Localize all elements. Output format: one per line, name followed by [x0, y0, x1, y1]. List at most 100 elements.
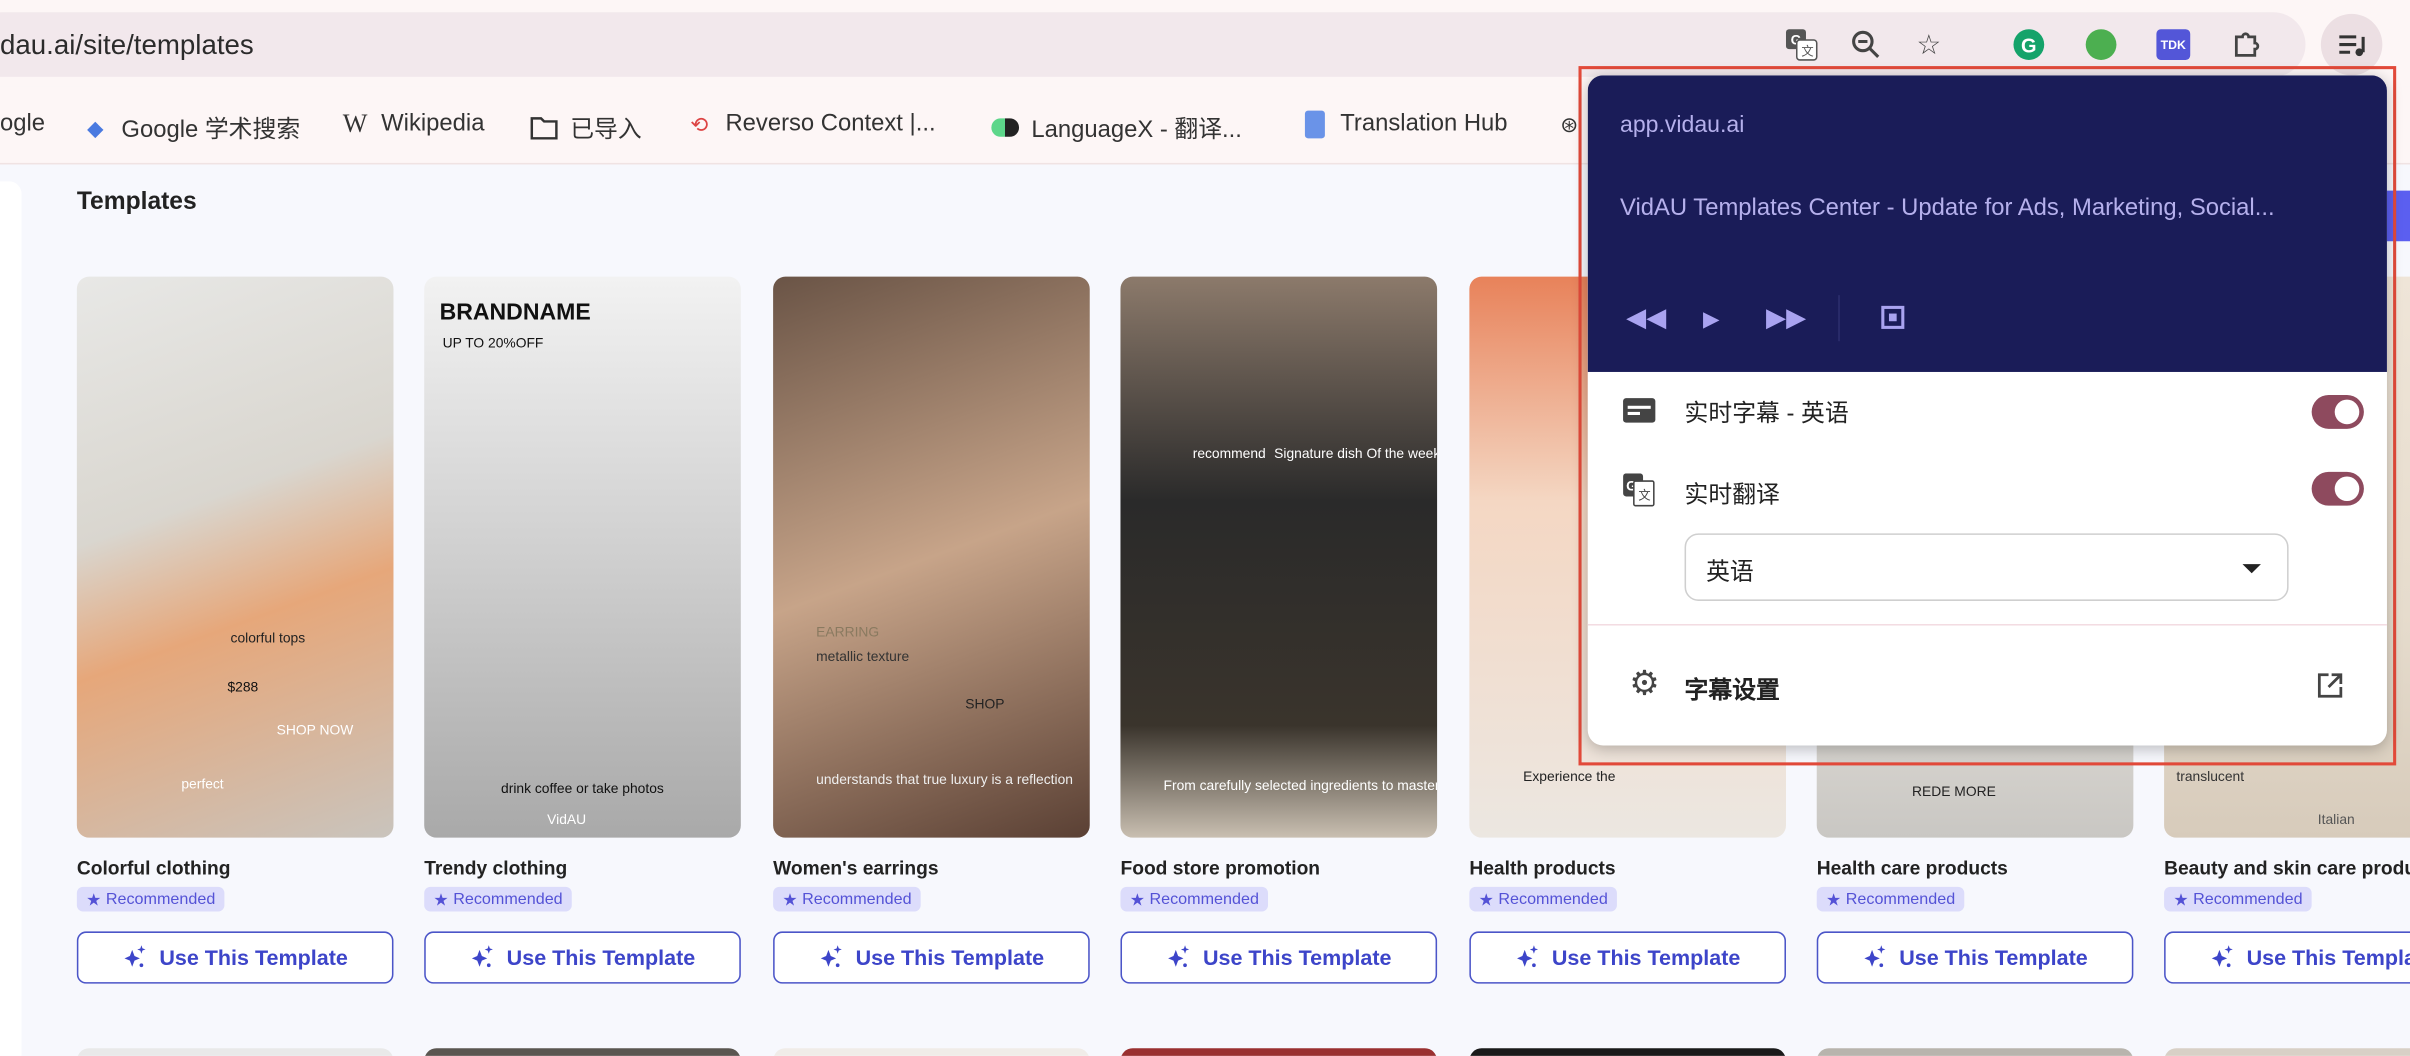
languagex-icon [991, 114, 1020, 142]
badge-label: Recommended [1149, 889, 1259, 909]
use-template-button[interactable]: Use This Template [76, 930, 394, 983]
star-icon: ★ [1478, 890, 1494, 910]
grammarly-icon[interactable]: G [2010, 26, 2047, 63]
sparkle-icon [1167, 944, 1189, 967]
sparkle-icon [820, 944, 842, 967]
badge-label: Recommended [105, 889, 216, 909]
rewind-icon[interactable]: ◀◀ [1626, 303, 1666, 334]
use-template-label: Use This Template [855, 944, 1045, 970]
template-thumbnail[interactable]: BRANDNAME UP TO 20%OFF drink coffee or tak… [424, 276, 741, 838]
sparkle-icon [123, 944, 146, 967]
star-icon: ★ [433, 890, 449, 910]
language-value: 英语 [1706, 559, 1754, 586]
divider [1838, 295, 1840, 342]
template-thumbnail[interactable] [773, 1048, 1090, 1056]
robot-extension-icon[interactable] [2083, 26, 2120, 63]
thumbnail-text: recommend [1192, 445, 1266, 462]
recommended-badge: ★ Recommended [1816, 886, 1965, 912]
folder-icon [530, 114, 558, 142]
bookmark-translation-hub[interactable]: Translation Hub [1300, 110, 1508, 139]
use-template-label: Use This Template [506, 944, 696, 970]
media-popup: app.vidau.ai VidAU Templates Center - Up… [1587, 75, 2387, 746]
template-card[interactable]: recommend Signature dish Of the week From … [1120, 276, 1438, 983]
bookmark-folder[interactable]: 已导入 [530, 111, 642, 145]
thumbnail-text: Experience the [1523, 768, 1616, 784]
template-thumbnail[interactable] [424, 1048, 741, 1056]
puzzle-icon[interactable] [2229, 26, 2266, 63]
template-thumbnail[interactable]: colorful tops $288 SHOP NOW perfect [76, 276, 394, 838]
bookmark-label: Wikipedia [381, 110, 485, 137]
svg-text:文: 文 [1638, 488, 1650, 503]
template-thumbnail[interactable] [1816, 1048, 2134, 1056]
tdk-extension-icon[interactable]: TDK [2155, 26, 2192, 63]
translate-toggle[interactable] [2311, 471, 2364, 506]
captions-toggle[interactable] [2311, 395, 2364, 429]
template-thumbnail[interactable]: recommend Signature dish Of the week From … [1120, 276, 1438, 838]
template-title: Food store promotion [1120, 857, 1321, 880]
open-external-icon[interactable] [2316, 672, 2344, 707]
zoom-icon[interactable] [1847, 26, 1884, 63]
star-icon: ★ [1129, 890, 1145, 910]
bookmark-wikipedia[interactable]: W Wikipedia [341, 109, 485, 139]
reverso-icon: ⟲ [690, 111, 709, 137]
template-card[interactable]: EARRING metallic texture SHOP understands t… [773, 276, 1090, 983]
bookmark-reverso[interactable]: ⟲ Reverso Context |... [686, 110, 936, 139]
use-template-label: Use This Template [2246, 944, 2410, 970]
thumbnail-text: SHOP [965, 696, 1005, 712]
star-icon: ★ [86, 890, 102, 910]
sparkle-icon [471, 944, 493, 967]
use-template-button[interactable]: Use This Template [1816, 930, 2134, 983]
use-template-button[interactable]: Use This Template [2164, 930, 2410, 983]
svg-text:文: 文 [1801, 43, 1813, 58]
thumbnail-text: EARRING [816, 624, 880, 640]
recommended-badge: ★ Recommended [1120, 886, 1269, 912]
thumbnail-text: drink coffee or take photos [501, 780, 664, 797]
bookmark-google[interactable]: ogle [0, 111, 45, 139]
use-template-button[interactable]: Use This Template [773, 930, 1090, 983]
scholar-icon: ◆ [87, 114, 104, 140]
thumbnail-text: perfect [181, 776, 224, 792]
bookmark-scholar[interactable]: ◆ Google 学术搜索 [81, 111, 300, 145]
bookmark-languagex[interactable]: LanguageX - 翻译... [991, 111, 1242, 145]
thumbnail-text: BRANDNAME [439, 299, 591, 326]
wikipedia-icon: W [342, 109, 368, 139]
badge-label: Recommended [1845, 889, 1956, 909]
template-card[interactable]: BRANDNAME UP TO 20%OFF drink coffee or tak… [424, 276, 741, 983]
star-icon[interactable]: ☆ [1910, 26, 1947, 63]
url-text[interactable]: dau.ai/site/templates [0, 29, 254, 61]
bookmark-label: Reverso Context |... [725, 110, 936, 137]
template-thumbnail[interactable] [1469, 1048, 1786, 1056]
thumbnail-text: SHOP NOW [276, 722, 354, 738]
fast-forward-icon[interactable]: ▶▶ [1766, 303, 1806, 334]
captions-label: 实时字幕 - 英语 [1684, 401, 1849, 428]
thumbnail-text: REDE MORE [1912, 783, 1996, 800]
template-thumbnail[interactable] [76, 1048, 394, 1056]
use-template-label: Use This Template [1551, 944, 1741, 970]
template-thumbnail[interactable] [1120, 1048, 1438, 1056]
use-template-button[interactable]: Use This Template [1120, 930, 1438, 983]
thumbnail-text: metallic texture [816, 648, 910, 664]
sparkle-icon [1516, 944, 1538, 967]
play-icon[interactable]: ▶ [1703, 306, 1720, 332]
picture-in-picture-icon[interactable] [1881, 305, 1905, 329]
bookmark-label: Google 学术搜索 [121, 116, 301, 143]
translation-hub-icon [1300, 110, 1328, 139]
template-thumbnail[interactable] [2164, 1048, 2410, 1056]
template-title: Beauty and skin care produ [2164, 857, 2410, 880]
template-thumbnail[interactable]: EARRING metallic texture SHOP understands t… [773, 276, 1090, 838]
divider [1587, 624, 2387, 626]
translate-icon[interactable]: G文 [1783, 26, 1820, 63]
bookmark-label: 已导入 [570, 116, 642, 143]
recommended-badge: ★ Recommended [1469, 886, 1618, 912]
recommended-badge: ★ Recommended [76, 886, 225, 912]
language-select[interactable]: 英语 [1684, 533, 2289, 601]
use-template-button[interactable]: Use This Template [424, 930, 741, 983]
use-template-button[interactable]: Use This Template [1469, 930, 1786, 983]
thumbnail-text: Signature dish Of the week [1274, 445, 1438, 462]
template-card[interactable]: colorful tops $288 SHOP NOW perfect Colorful… [76, 276, 394, 983]
chevron-down-icon [2242, 564, 2261, 574]
thumbnail-text: UP TO 20%OFF [442, 335, 544, 351]
settings-label[interactable]: 字幕设置 [1685, 672, 1780, 706]
recommended-badge: ★ Recommended [2164, 886, 2312, 912]
gear-icon: ⚙ [1629, 663, 1660, 703]
